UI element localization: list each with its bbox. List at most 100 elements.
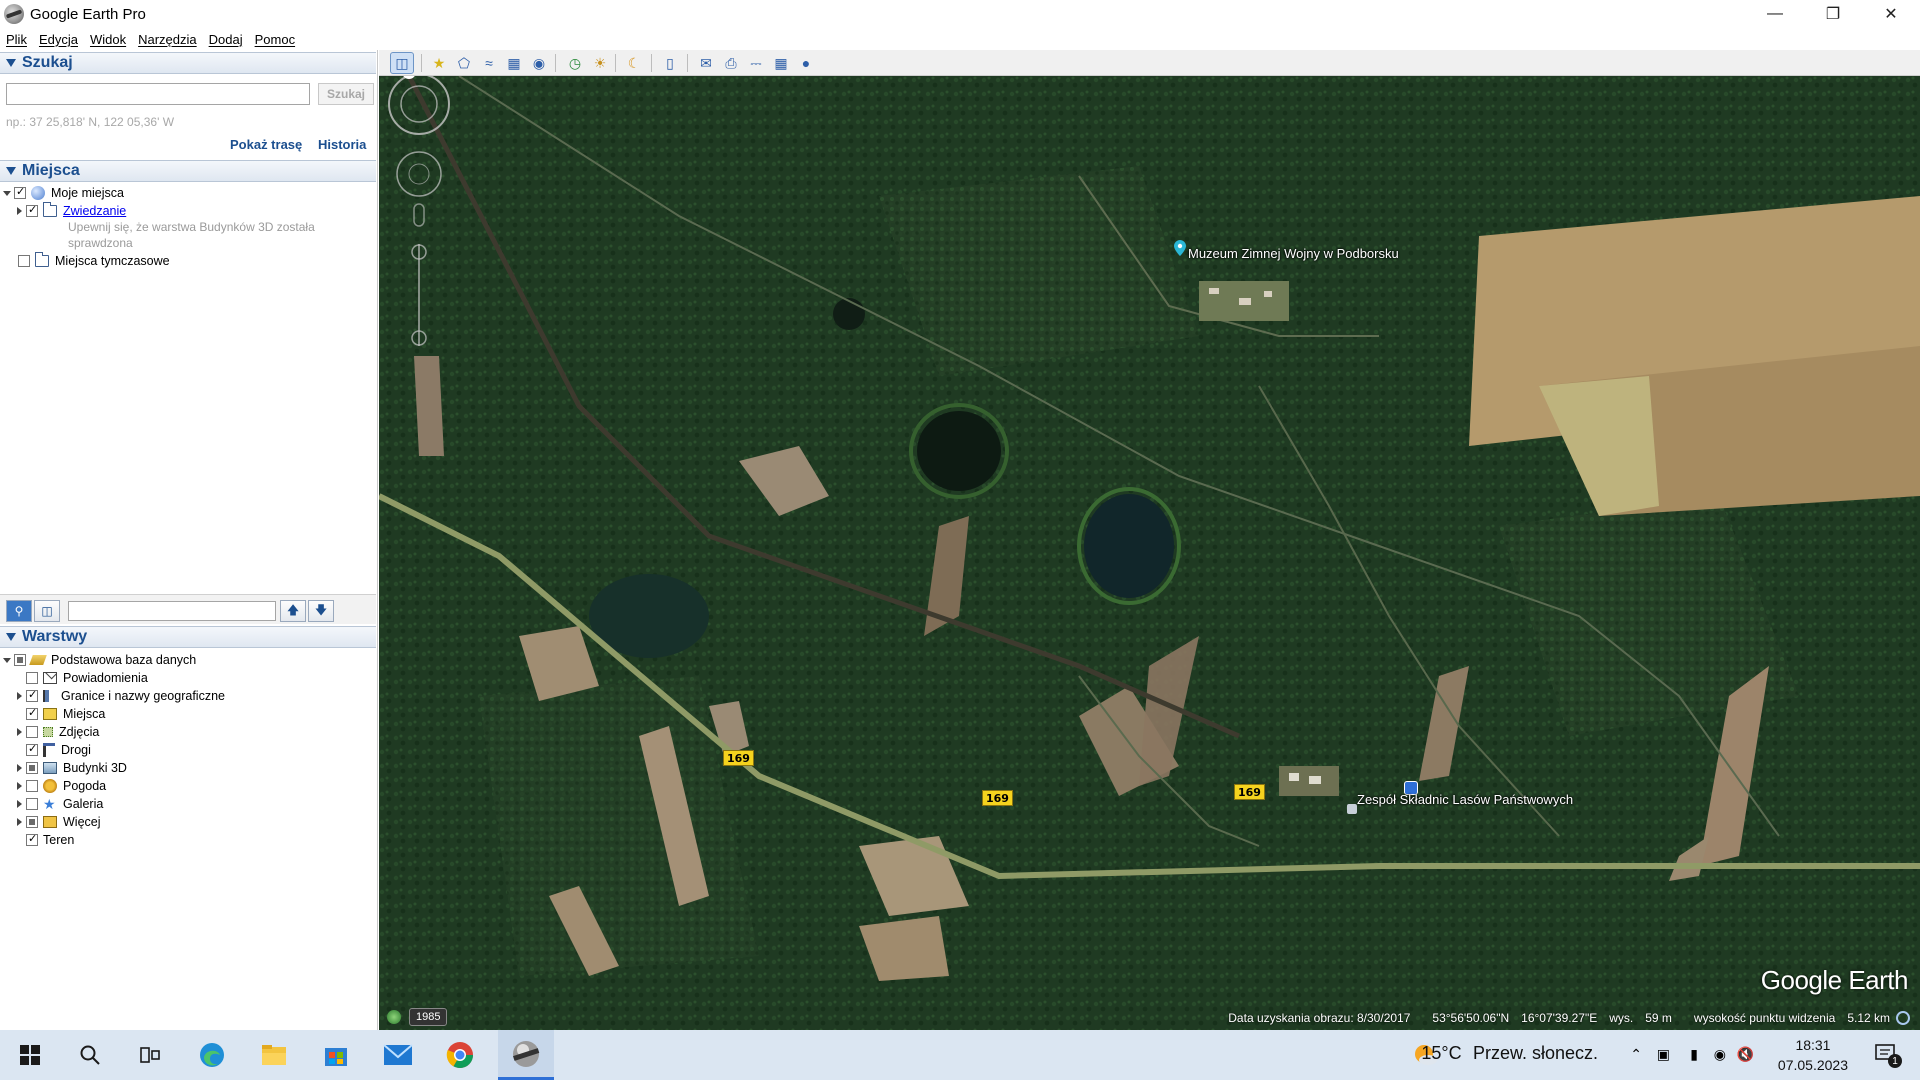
- checkbox[interactable]: [26, 672, 38, 684]
- speaker-muted-icon[interactable]: 🔇: [1737, 1046, 1754, 1063]
- search-icon[interactable]: [66, 1030, 114, 1080]
- placemark-pin-icon[interactable]: [1174, 240, 1186, 256]
- record-tour-icon[interactable]: ◉: [527, 52, 551, 74]
- menu-add[interactable]: Dodaj: [209, 32, 243, 47]
- ruler-icon[interactable]: ▯: [658, 52, 682, 74]
- placemark-forest-depot-label[interactable]: Zespół Składnic Lasów Państwowych: [1357, 792, 1573, 807]
- navigation-controls[interactable]: N: [379, 76, 459, 436]
- layer-borders-labels[interactable]: Granice i nazwy geograficzne: [14, 687, 225, 705]
- menu-view[interactable]: Widok: [90, 32, 126, 47]
- border-flag-icon: [43, 690, 55, 702]
- expand-right-icon[interactable]: [14, 691, 24, 701]
- expand-right-icon[interactable]: [14, 727, 24, 737]
- longitude: 16°07'39.27"E: [1521, 1011, 1598, 1025]
- checkbox[interactable]: [26, 726, 38, 738]
- layer-3d-buildings[interactable]: Budynki 3D: [14, 759, 127, 777]
- chevron-up-icon[interactable]: ⌃: [1630, 1046, 1642, 1063]
- expand-right-icon[interactable]: [14, 799, 24, 809]
- planets-icon[interactable]: ☾: [622, 52, 646, 74]
- expand-right-icon[interactable]: [14, 817, 24, 827]
- expand-right-icon[interactable]: [14, 763, 24, 773]
- tree-item-temporary-places[interactable]: Miejsca tymczasowe: [2, 252, 170, 270]
- checkbox[interactable]: [14, 185, 26, 199]
- checkbox[interactable]: [26, 706, 38, 720]
- print-icon[interactable]: ⎙: [719, 52, 743, 74]
- view-in-maps-icon[interactable]: ▦: [769, 52, 793, 74]
- checkbox[interactable]: [26, 798, 38, 810]
- task-view-icon[interactable]: [126, 1030, 174, 1080]
- toolbar-separator: [421, 54, 422, 72]
- layers-section-header[interactable]: Warstwy: [0, 626, 376, 648]
- checkbox[interactable]: [26, 203, 38, 217]
- panel-toggle-icon[interactable]: ◫: [34, 600, 60, 622]
- places-filter-input[interactable]: [68, 601, 276, 621]
- weather-widget[interactable]: 15°C Przew. słonecz.: [1413, 1043, 1598, 1064]
- add-placemark-icon[interactable]: ★: [427, 52, 451, 74]
- places-section-header[interactable]: Miejsca: [0, 160, 376, 182]
- layer-weather[interactable]: Pogoda: [14, 777, 106, 795]
- tree-item-my-places[interactable]: Moje miejsca: [2, 184, 124, 202]
- search-input[interactable]: [6, 83, 310, 105]
- chrome-browser-icon[interactable]: [436, 1030, 484, 1080]
- edge-browser-icon[interactable]: [188, 1030, 236, 1080]
- expand-down-icon[interactable]: [2, 188, 12, 198]
- add-image-overlay-icon[interactable]: ▦: [502, 52, 526, 74]
- placemark-museum-label[interactable]: Muzeum Zimnej Wojny w Podborsku: [1188, 246, 1399, 261]
- search-places-icon[interactable]: ⚲: [6, 600, 32, 622]
- menu-tools[interactable]: Narzędzia: [138, 32, 197, 47]
- save-image-icon[interactable]: ⎓: [744, 52, 768, 74]
- sightseeing-link[interactable]: Zwiedzanie: [63, 204, 126, 218]
- expand-right-icon[interactable]: [14, 781, 24, 791]
- tree-item-primary-database[interactable]: Podstawowa baza danych: [2, 651, 196, 669]
- sunlight-icon[interactable]: ☀: [588, 52, 612, 74]
- sidebar-toggle-icon[interactable]: ◫: [390, 52, 414, 74]
- history-link[interactable]: Historia: [318, 137, 366, 152]
- layer-photos[interactable]: Zdjęcia: [14, 723, 99, 741]
- map-viewport[interactable]: N Muzeum Zimnej Wojny w Podborsku Zespół…: [379, 76, 1920, 1030]
- layer-gallery[interactable]: ★ Galeria: [14, 795, 103, 813]
- file-explorer-icon[interactable]: [250, 1030, 298, 1080]
- clock[interactable]: 18:31 07.05.2023: [1778, 1035, 1848, 1075]
- add-polygon-icon[interactable]: ⬠: [452, 52, 476, 74]
- checkbox[interactable]: [18, 255, 30, 267]
- show-route-link[interactable]: Pokaż trasę: [230, 137, 302, 152]
- notifications-icon[interactable]: 1: [1874, 1042, 1902, 1068]
- checkbox[interactable]: [26, 816, 38, 828]
- move-up-arrow-icon[interactable]: 🡅: [280, 600, 306, 622]
- layer-notifications[interactable]: Powiadomienia: [14, 669, 148, 687]
- wifi-icon[interactable]: ◉: [1714, 1046, 1726, 1063]
- checkbox[interactable]: [26, 742, 38, 756]
- layer-roads[interactable]: Drogi: [14, 741, 91, 759]
- historical-imagery-icon[interactable]: ◷: [563, 52, 587, 74]
- expand-down-icon[interactable]: [2, 655, 12, 665]
- meet-now-icon[interactable]: ▣: [1657, 1046, 1670, 1063]
- checkbox[interactable]: [26, 688, 38, 702]
- layer-places[interactable]: Miejsca: [14, 705, 105, 723]
- add-path-icon[interactable]: ≈: [477, 52, 501, 74]
- checkbox[interactable]: [14, 654, 26, 666]
- checkbox[interactable]: [26, 832, 38, 846]
- search-section-header[interactable]: Szukaj: [0, 52, 376, 74]
- earth-globe-icon[interactable]: ●: [794, 52, 818, 74]
- close-button[interactable]: ✕: [1862, 0, 1920, 28]
- move-down-arrow-icon[interactable]: 🡇: [308, 600, 334, 622]
- tree-item-sightseeing[interactable]: Zwiedzanie: [14, 202, 126, 220]
- menu-edit[interactable]: Edycja: [39, 32, 78, 47]
- menu-help[interactable]: Pomoc: [255, 32, 295, 47]
- checkbox[interactable]: [26, 780, 38, 792]
- poi-icon[interactable]: [1347, 804, 1357, 814]
- microsoft-store-icon[interactable]: [312, 1030, 360, 1080]
- expand-right-icon[interactable]: [14, 206, 24, 216]
- restore-button[interactable]: ❐: [1804, 0, 1862, 28]
- minimize-button[interactable]: —: [1746, 0, 1804, 28]
- search-button[interactable]: Szukaj: [318, 83, 374, 105]
- google-earth-taskbar-icon[interactable]: [498, 1030, 554, 1080]
- mail-icon[interactable]: [374, 1030, 422, 1080]
- email-icon[interactable]: ✉: [694, 52, 718, 74]
- checkbox[interactable]: [26, 762, 38, 774]
- menu-file[interactable]: Plik: [6, 32, 27, 47]
- windows-start-icon[interactable]: [6, 1030, 54, 1080]
- layer-terrain[interactable]: Teren: [14, 831, 74, 849]
- battery-icon[interactable]: ▮: [1690, 1046, 1698, 1063]
- layer-more[interactable]: Więcej: [14, 813, 101, 831]
